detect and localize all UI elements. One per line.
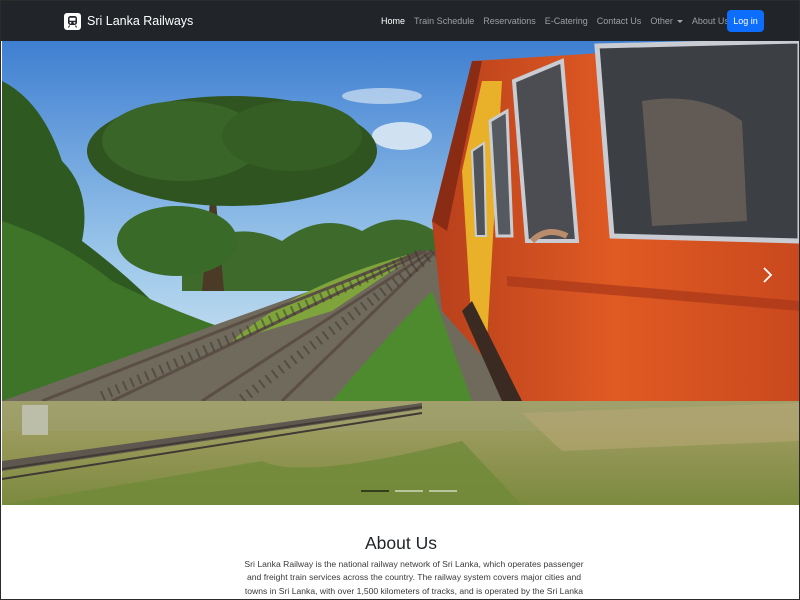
nav-train-schedule[interactable]: Train Schedule	[414, 16, 474, 26]
train-icon	[64, 12, 81, 30]
brand-name: Sri Lanka Railways	[87, 14, 194, 28]
hero-image	[2, 41, 799, 505]
hero-carousel	[2, 41, 799, 505]
navbar: Sri Lanka Railways Home Train Schedule R…	[1, 1, 799, 41]
brand[interactable]: Sri Lanka Railways	[64, 11, 193, 31]
carousel-indicator[interactable]	[429, 490, 457, 492]
carousel-indicator[interactable]	[395, 490, 423, 492]
nav-about-us-label: About Us	[691, 16, 729, 26]
nav-links: Home Train Schedule Reservations E-Cater…	[381, 1, 748, 41]
nav-other-dropdown[interactable]: Other	[650, 16, 683, 26]
nav-reservations[interactable]: Reservations	[483, 16, 536, 26]
nav-home[interactable]: Home	[381, 16, 405, 26]
caret-down-icon	[676, 19, 683, 23]
nav-e-catering[interactable]: E-Catering	[545, 16, 588, 26]
chevron-right-icon	[763, 267, 773, 283]
nav-other-label: Other	[650, 16, 673, 26]
about-section: About Us Sri Lanka Railway is the nation…	[1, 505, 799, 599]
carousel-indicators	[358, 490, 460, 492]
nav-contact-us[interactable]: Contact Us	[597, 16, 642, 26]
carousel-indicator[interactable]	[361, 490, 389, 492]
carousel-next-button[interactable]	[757, 265, 777, 285]
about-text: Sri Lanka Railway is the national railwa…	[244, 559, 584, 596]
login-button[interactable]: Log in	[727, 10, 764, 32]
page-frame: Sri Lanka Railways Home Train Schedule R…	[0, 0, 800, 600]
about-title: About Us	[365, 533, 437, 553]
